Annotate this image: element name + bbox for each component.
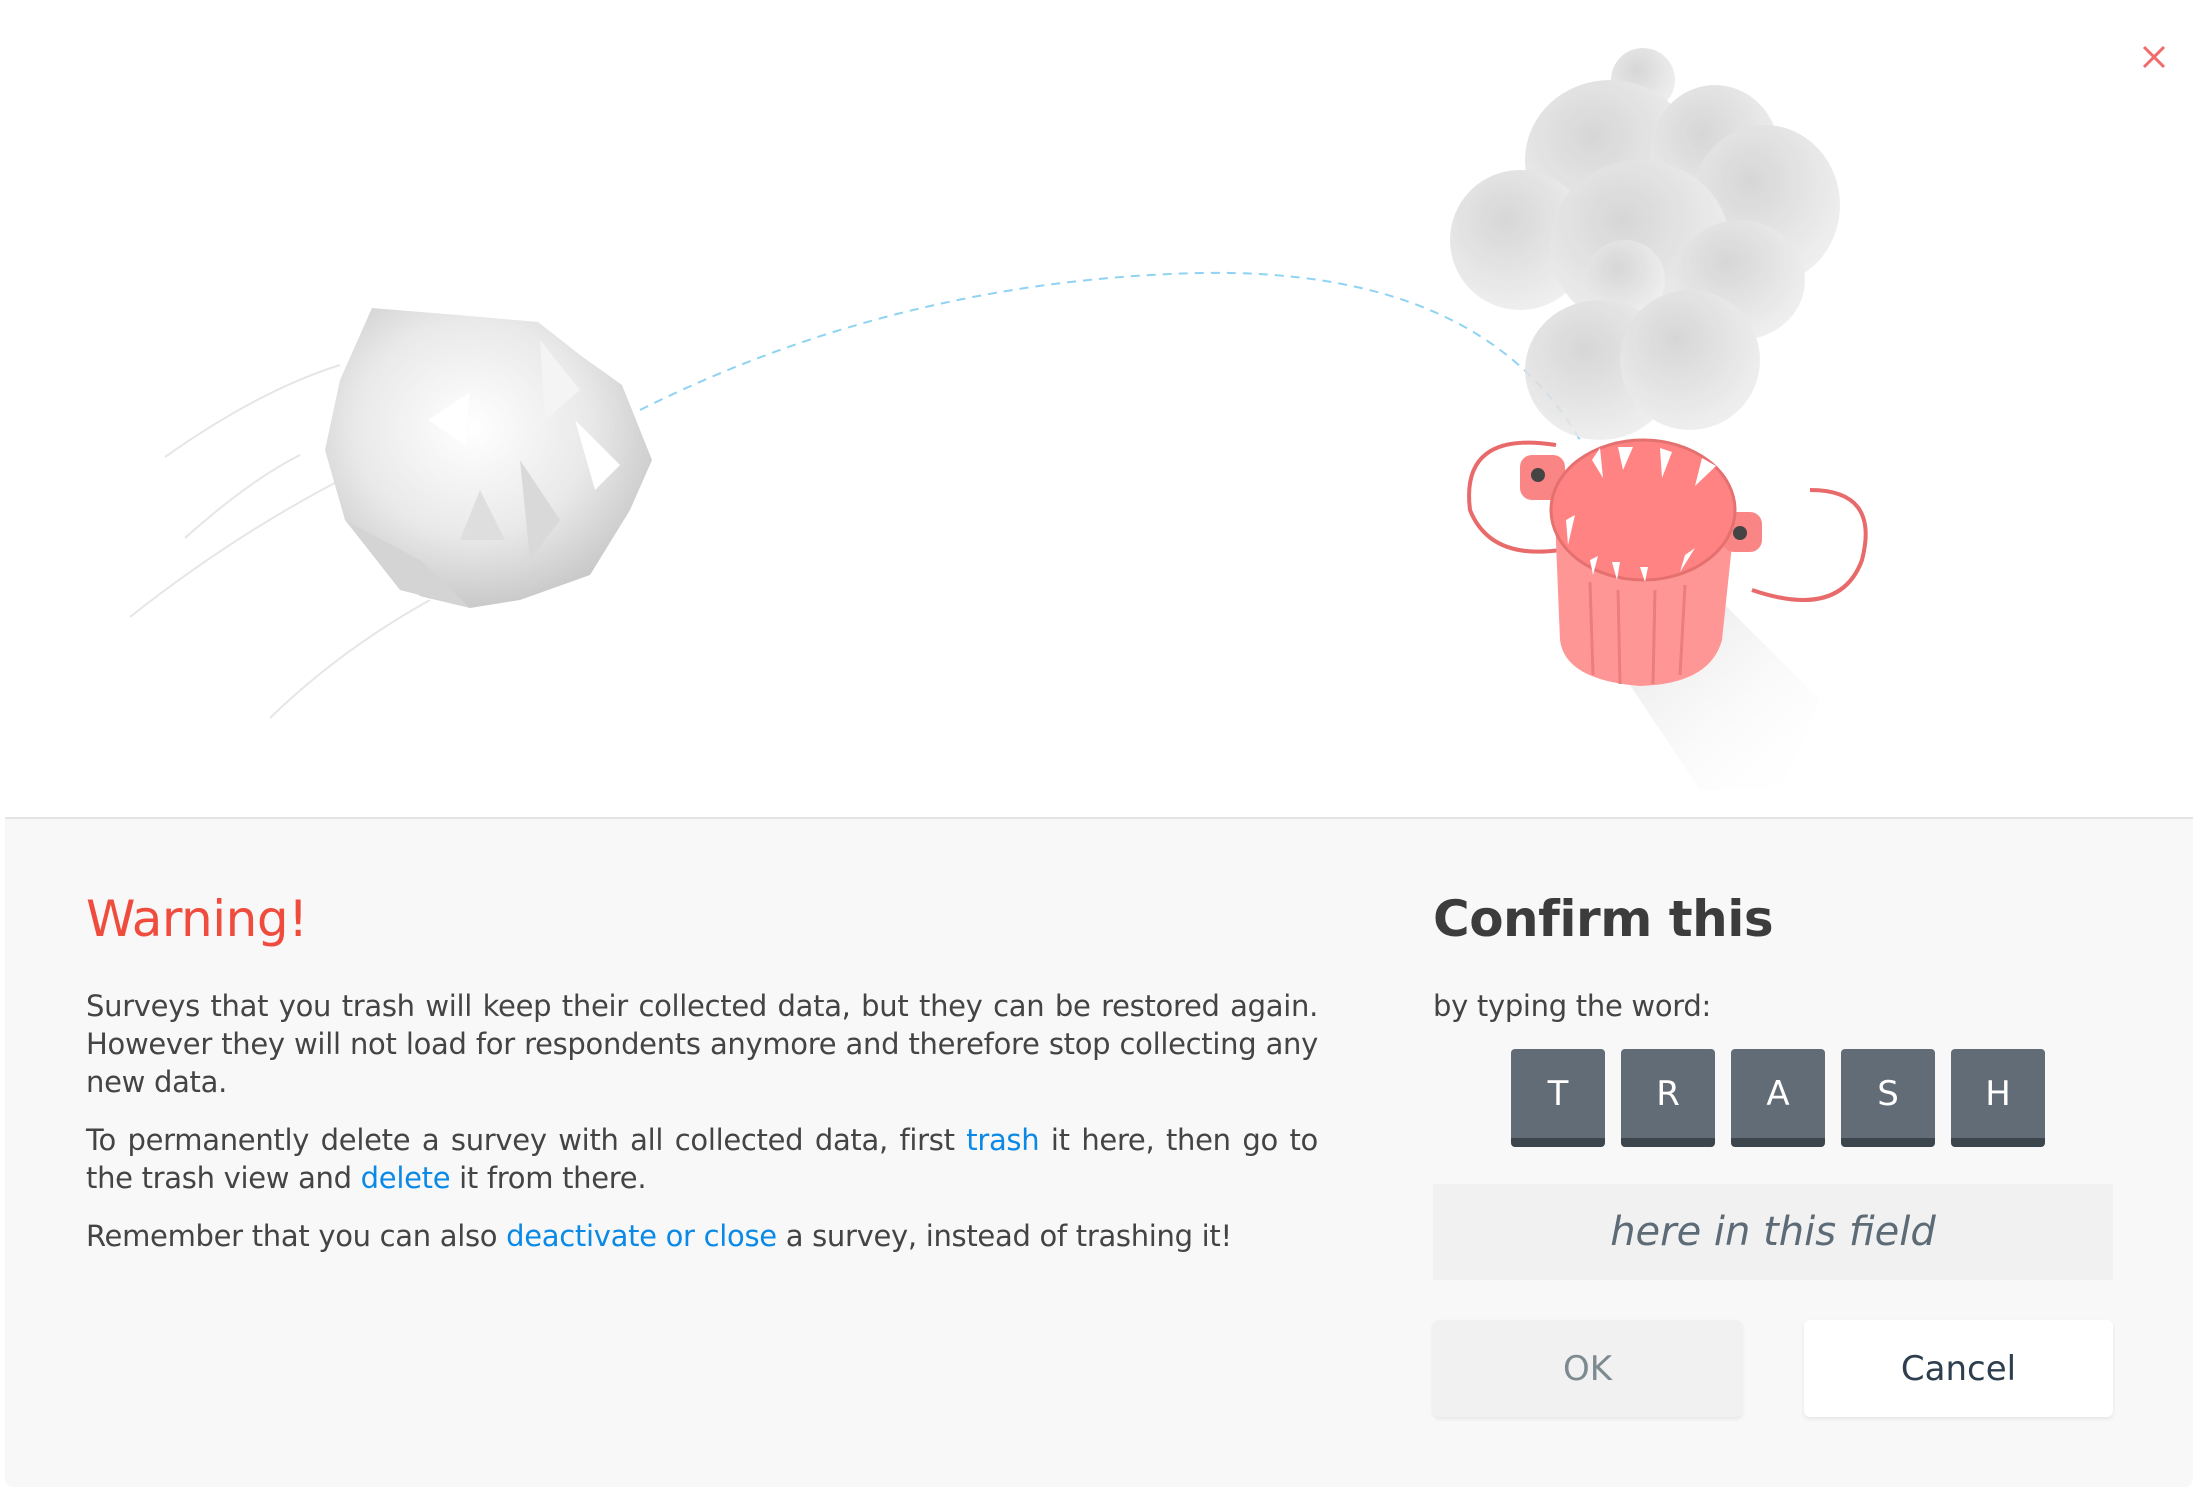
text: To permanently delete a survey with all …: [86, 1123, 967, 1157]
key-s: S: [1841, 1049, 1935, 1147]
ok-button[interactable]: OK: [1433, 1320, 1742, 1417]
warning-title: Warning!: [86, 890, 308, 948]
illustration: [0, 0, 2200, 817]
dialog-buttons: OK Cancel: [1433, 1320, 2113, 1417]
confirm-section: Confirm this by typing the word: T R A S…: [1433, 889, 2113, 1417]
text: it from there.: [450, 1161, 647, 1195]
illustration-art: [129, 48, 1868, 790]
text: Remember that you can also: [86, 1219, 507, 1253]
trash-link[interactable]: trash: [966, 1123, 1039, 1157]
confirm-word-input[interactable]: [1433, 1184, 2113, 1280]
close-button[interactable]: [2135, 38, 2173, 76]
confirm-subtitle: by typing the word:: [1433, 989, 1711, 1023]
crumpled-paper-icon: [325, 308, 652, 608]
key-h: H: [1951, 1049, 2045, 1147]
trajectory-line: [639, 271, 1581, 441]
key-t: T: [1511, 1049, 1605, 1147]
warning-section: Warning! Surveys that you trash will kee…: [86, 889, 1318, 1275]
key-a: A: [1731, 1049, 1825, 1147]
smoke-cloud-icon: [1450, 48, 1840, 440]
warning-paragraph-1: Surveys that you trash will keep their c…: [86, 989, 1318, 1099]
trash-can-monster-icon: [1467, 438, 1868, 686]
warning-paragraph-2: To permanently delete a survey with all …: [86, 1121, 1318, 1197]
delete-link[interactable]: delete: [361, 1161, 451, 1195]
warning-paragraph-3: Remember that you can also deactivate or…: [86, 1217, 1318, 1255]
close-icon[interactable]: [2135, 38, 2173, 76]
key-r: R: [1621, 1049, 1715, 1147]
dialog-panel: Warning! Surveys that you trash will kee…: [5, 817, 2193, 1487]
confirm-word-keys: T R A S H: [1511, 1049, 2113, 1147]
cancel-button[interactable]: Cancel: [1804, 1320, 2113, 1417]
confirm-title: Confirm this: [1433, 890, 1774, 948]
deactivate-or-close-link[interactable]: deactivate or close: [506, 1219, 777, 1253]
text: a survey, instead of trashing it!: [776, 1219, 1232, 1253]
